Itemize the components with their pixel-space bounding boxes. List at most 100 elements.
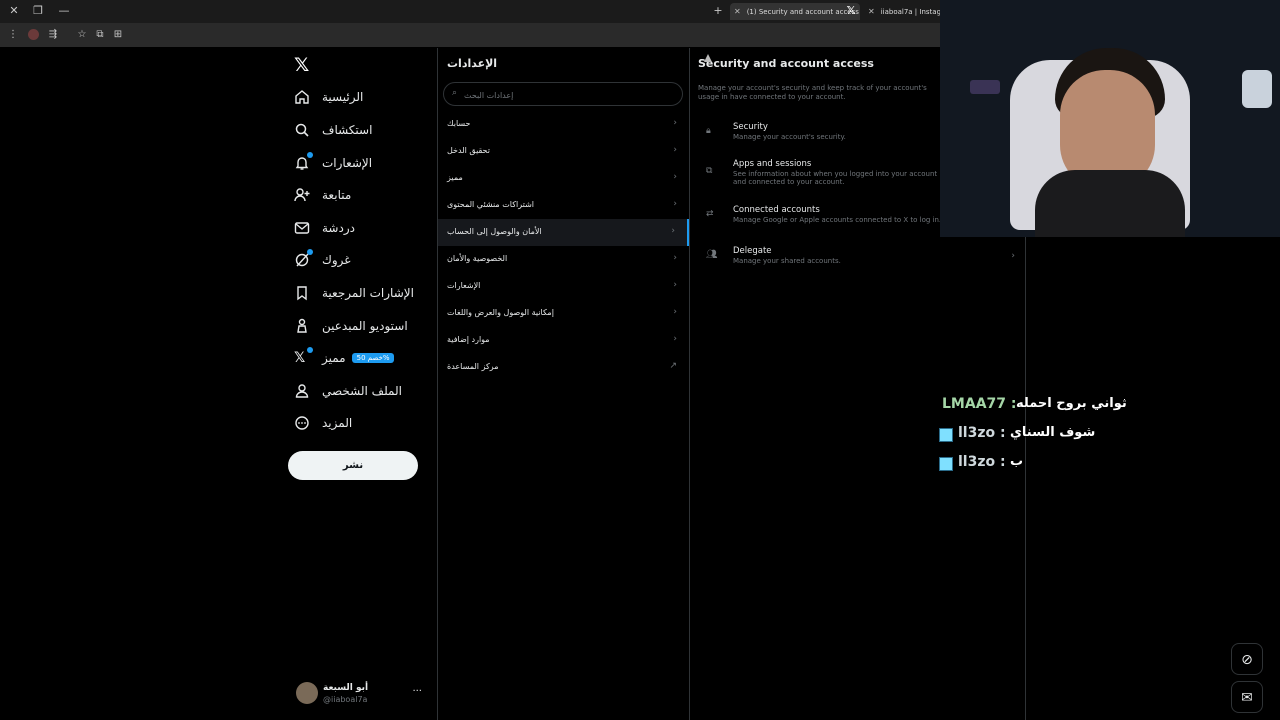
notification-badge: [307, 152, 313, 158]
chat-message: ll3zo : شوف السناي: [938, 423, 1178, 452]
detail-item-delegate[interactable]: 👥︎ Delegate Manage your shared accounts.…: [689, 244, 1025, 280]
more-dots-icon[interactable]: ···: [412, 686, 422, 697]
settings-item-your-account[interactable]: حسابك ›: [438, 111, 689, 138]
nav-label: دردشة: [322, 221, 355, 235]
chevron-right-icon: ›: [673, 145, 677, 155]
settings-search[interactable]: ⌕: [443, 82, 683, 106]
creator-studio-icon: [294, 318, 310, 334]
close-window-icon[interactable]: ✕: [6, 3, 22, 19]
search-icon: [294, 122, 310, 138]
chevron-right-icon: ›: [673, 307, 677, 317]
nav-label: المزيد: [322, 416, 353, 430]
avatar: [296, 682, 318, 704]
nav-item-notifications[interactable]: الإشعارات: [294, 150, 372, 176]
settings-item-help-center[interactable]: مركز المساعدة ↗: [438, 354, 689, 381]
premium-discount-badge: خصم 50%: [351, 353, 395, 363]
new-tab-button[interactable]: +: [710, 3, 726, 19]
nav-item-premium[interactable]: 𝕏 مميز خصم 50%: [294, 345, 395, 371]
streamer-webcam: [940, 0, 1280, 237]
settings-item-additional-resources[interactable]: موارد إضافية ›: [438, 327, 689, 354]
chevron-right-icon: ›: [673, 253, 677, 263]
swap-icon: ⇄: [706, 209, 714, 219]
grok-badge: [307, 249, 313, 255]
settings-item-privacy-safety[interactable]: الخصوصية والأمان ›: [438, 246, 689, 273]
x-premium-icon: 𝕏: [294, 347, 313, 366]
nav-item-creator-studio[interactable]: استوديو المبدعين: [294, 313, 408, 339]
nav-label: مميز: [322, 351, 346, 365]
nav-item-profile[interactable]: الملف الشخصي: [294, 378, 402, 404]
extensions-icon[interactable]: ⇶: [46, 28, 60, 42]
detail-item-title: Delegate: [733, 246, 772, 256]
nav-label: الرئيسية: [322, 90, 364, 104]
nav-item-follow[interactable]: متابعة: [294, 182, 351, 208]
settings-item-label: مركز المساعدة: [447, 362, 499, 371]
lock-icon: 🔒︎: [706, 126, 711, 136]
nav-label: الإشارات المرجعية: [322, 286, 414, 300]
profile-avatar-icon[interactable]: [28, 29, 39, 40]
bookmark-star-icon[interactable]: ☆: [75, 28, 89, 42]
chat-username: ll3zo :: [958, 425, 1006, 441]
page-description: Manage your account's security and keep …: [698, 84, 927, 101]
tab-title: iiaboal7a | Instagram: [880, 8, 940, 16]
account-switcher[interactable]: أبو السبعة @iiaboal7a ···: [296, 682, 428, 708]
nav-label: غروك: [322, 253, 351, 267]
webcam-figure: [1242, 70, 1272, 108]
bookmark-icon: [294, 285, 310, 301]
chevron-right-icon: ›: [1011, 251, 1015, 261]
detail-item-subtitle: Manage Google or Apple accounts connecte…: [733, 216, 942, 224]
restore-window-icon[interactable]: ❐: [30, 3, 46, 19]
detail-item-subtitle: See information about when you logged in…: [733, 170, 938, 186]
nav-item-explore[interactable]: استكشاف: [294, 117, 372, 143]
mail-icon: [294, 220, 310, 236]
settings-item-creator-subscriptions[interactable]: اشتراكات منشئي المحتوى ›: [438, 192, 689, 219]
messages-floating-button[interactable]: ✉: [1231, 681, 1263, 713]
nav-label: متابعة: [322, 188, 352, 202]
nav-item-more[interactable]: المزيد: [294, 410, 352, 436]
extension-puzzle-icon[interactable]: ⊞: [111, 28, 125, 42]
settings-item-accessibility[interactable]: إمكانية الوصول والعرض واللغات ›: [438, 300, 689, 327]
menu-dots-icon[interactable]: ⋮: [6, 28, 20, 42]
settings-item-label: موارد إضافية: [447, 335, 490, 344]
close-tab-icon[interactable]: ✕: [868, 7, 875, 16]
detail-item-title: Security: [733, 122, 768, 132]
page-title: Security and account access: [698, 57, 874, 70]
settings-item-notifications[interactable]: الإشعارات ›: [438, 273, 689, 300]
people-icon: 👥︎: [706, 250, 718, 260]
chat-text: شوف السناي: [1010, 425, 1096, 440]
close-tab-icon[interactable]: ✕: [734, 7, 741, 16]
nav-label: استكشاف: [322, 123, 373, 137]
profile-icon: [294, 383, 310, 399]
tab-security[interactable]: ✕ (1) Security and account access: [730, 3, 860, 20]
settings-item-security-access[interactable]: الأمان والوصول إلى الحساب ›: [438, 219, 689, 246]
post-button[interactable]: نشر: [288, 451, 418, 480]
follow-icon: [294, 187, 310, 203]
detail-item-title: Apps and sessions: [733, 159, 812, 169]
account-name: أبو السبعة: [323, 683, 369, 693]
settings-item-premium[interactable]: مميز ›: [438, 165, 689, 192]
chat-badge-icon: [939, 428, 953, 442]
nav-label: استوديو المبدعين: [322, 319, 408, 333]
settings-search-input[interactable]: [462, 86, 676, 104]
tab-instagram[interactable]: ✕ iiaboal7a | Instagram: [864, 3, 940, 20]
detail-item-title: Connected accounts: [733, 205, 820, 215]
x-logo-icon[interactable]: 𝕏: [294, 54, 309, 76]
nav-item-grok[interactable]: غروك: [294, 247, 351, 273]
settings-item-label: حسابك: [447, 119, 471, 128]
tab-search-icon[interactable]: ⧉: [93, 28, 107, 42]
chevron-right-icon: ›: [673, 172, 677, 182]
chevron-right-icon: ›: [671, 226, 675, 236]
x-left-nav: 𝕏 الرئيسية استكشاف الإشعارات متابعة دردش…: [288, 48, 436, 720]
x-favicon-icon: 𝕏: [846, 4, 856, 17]
settings-title: الإعدادات: [447, 57, 498, 70]
nav-item-chat[interactable]: دردشة: [294, 215, 355, 241]
settings-item-monetization[interactable]: تحقيق الدخل ›: [438, 138, 689, 165]
chevron-right-icon: ›: [673, 199, 677, 209]
chat-username: LMAA77 :: [942, 396, 1017, 412]
nav-item-home[interactable]: الرئيسية: [294, 84, 363, 110]
grok-floating-button[interactable]: ⊘: [1231, 643, 1263, 675]
webcam-body: [1035, 170, 1185, 237]
nav-item-bookmarks[interactable]: الإشارات المرجعية: [294, 280, 414, 306]
minimize-window-icon[interactable]: —: [56, 3, 72, 19]
home-icon: [294, 89, 310, 105]
detail-item-subtitle: Manage your account's security.: [733, 133, 846, 141]
